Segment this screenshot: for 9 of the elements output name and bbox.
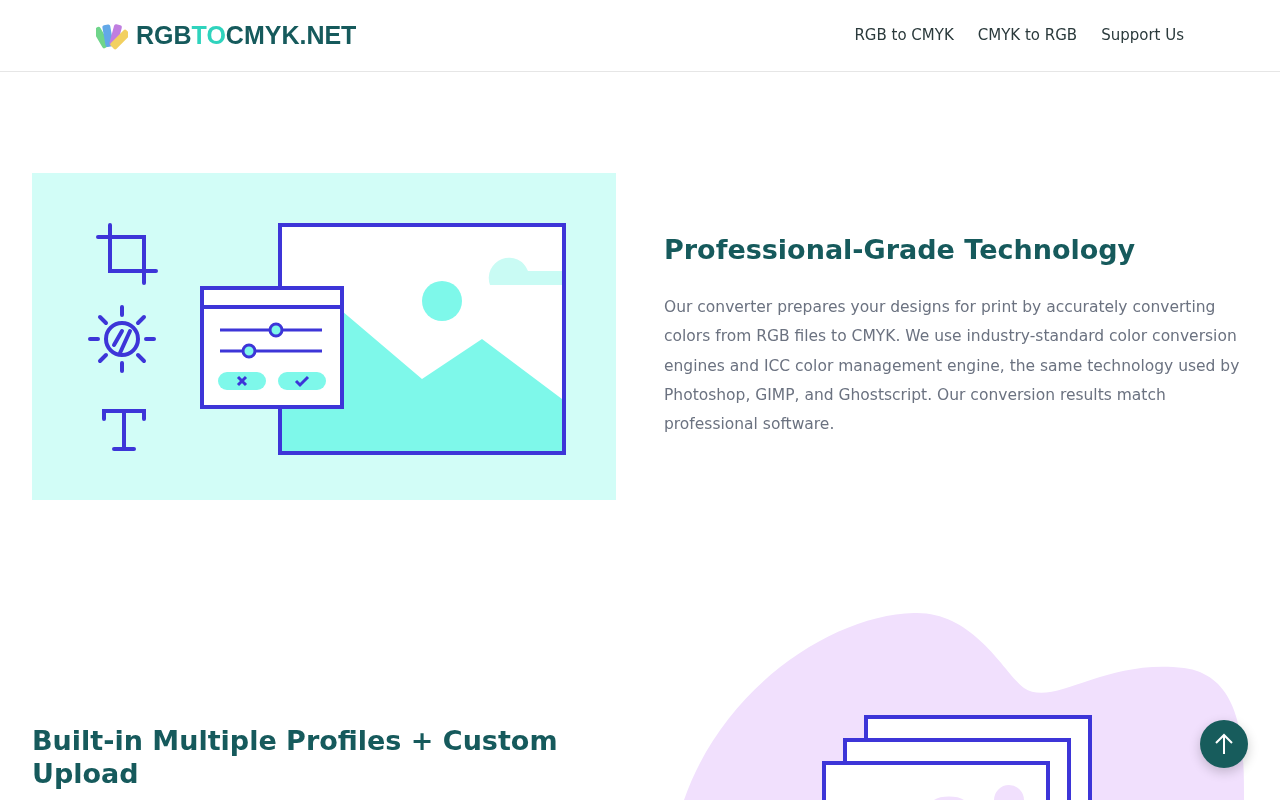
feature-heading: Professional-Grade Technology — [664, 233, 1137, 266]
logo-icon — [96, 21, 128, 50]
nav-link[interactable]: CMYK to RGB — [977, 24, 1078, 47]
feature-heading: Built-in Multiple Profiles + Custom Upload — [32, 725, 559, 790]
nav-link[interactable]: Support Us — [1101, 24, 1184, 47]
site-logo[interactable]: RGBTOCMYK.NET — [136, 16, 357, 55]
arrow-up-icon — [1214, 733, 1234, 755]
feature-description: Our converter prepares your designs for print by accurately converting colors from RGB files to CMYK. We use industry-standard color conversion engines and ICC color management engine, the same technology used by Photoshop, GIMP, and Ghostscript. Our conversion results match professional software. — [664, 296, 1241, 436]
nav-link[interactable]: RGB to CMYK — [854, 24, 954, 47]
